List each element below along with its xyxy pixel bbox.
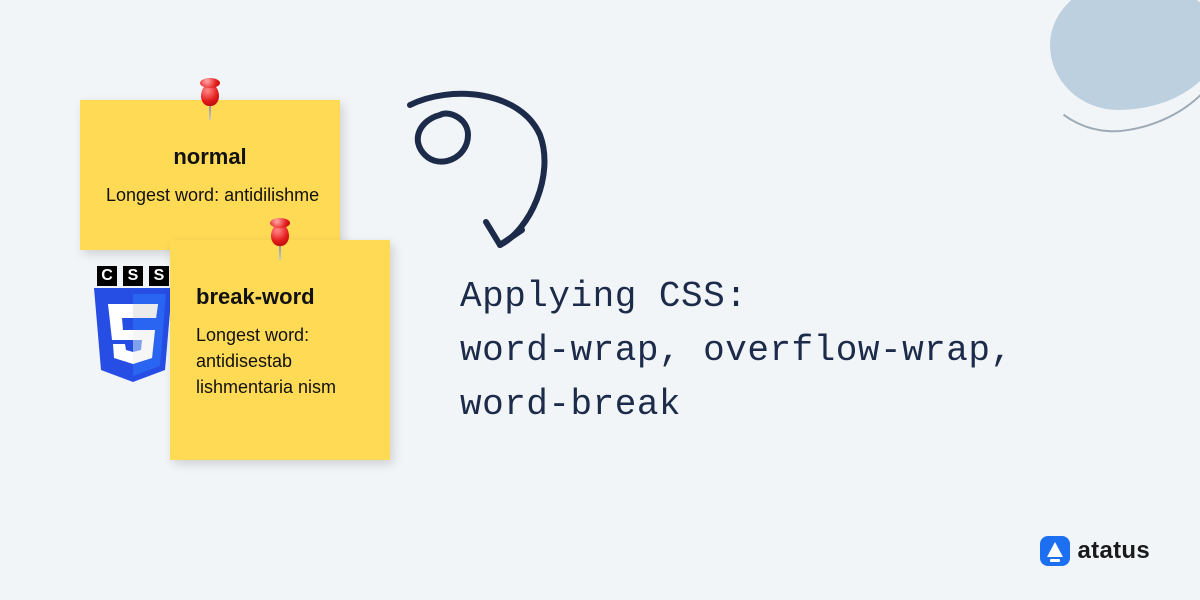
headline-line-1: Applying CSS: (460, 270, 1013, 324)
css3-badge: CSS (90, 266, 176, 389)
note-title: normal (100, 144, 320, 170)
note-body: Longest word: antidisestab lishmentaria … (190, 322, 370, 400)
note-title: break-word (190, 284, 370, 310)
brand-logo-icon (1040, 536, 1070, 566)
note-body: Longest word: antidilishme (100, 182, 320, 208)
pushpin-icon (195, 78, 225, 120)
sticky-note-break-word: break-word Longest word: antidisestab li… (170, 240, 390, 460)
decorative-blob (1030, 0, 1200, 130)
headline-line-2: word-wrap, overflow-wrap, (460, 324, 1013, 378)
squiggle-arrow-icon (390, 80, 590, 260)
css3-shield-icon (90, 288, 176, 384)
pushpin-icon (265, 218, 295, 260)
sticky-note-normal: normal Longest word: antidilishme (80, 100, 340, 250)
brand-name: atatus (1078, 537, 1151, 565)
brand: atatus (1040, 536, 1151, 566)
headline-line-3: word-break (460, 378, 1013, 432)
css-label: CSS (90, 266, 176, 286)
sticky-notes-group: normal Longest word: antidilishme CSS br… (80, 100, 420, 470)
headline: Applying CSS: word-wrap, overflow-wrap, … (460, 270, 1013, 432)
